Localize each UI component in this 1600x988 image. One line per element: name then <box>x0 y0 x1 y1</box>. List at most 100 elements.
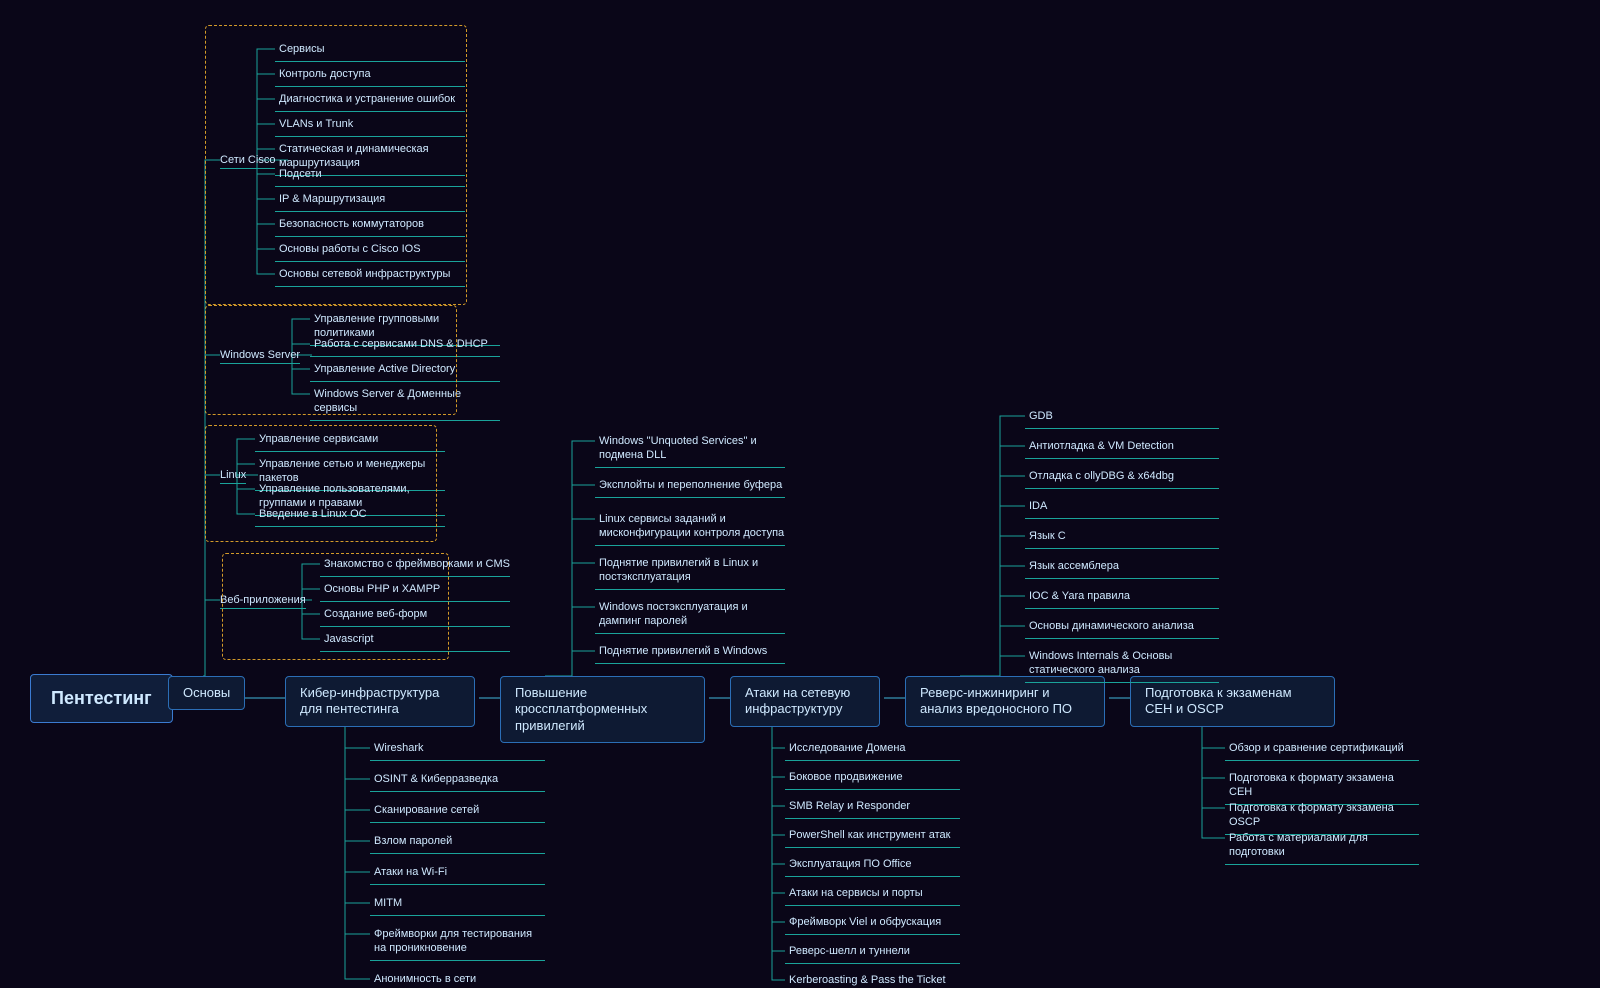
leaf-privesc-2[interactable]: Linux сервисы заданий и мисконфигурации … <box>595 511 785 546</box>
leaf-exam-3-label: Работа с материалами для подготовки <box>1225 830 1419 865</box>
leaf-netattack-6[interactable]: Фреймворк Viel и обфускация <box>785 914 960 935</box>
leaf-cyber-6-label: Фреймворки для тестирования на проникнов… <box>370 926 545 961</box>
group-cisco-item-7[interactable]: Безопасность коммутаторов <box>275 216 465 237</box>
leaf-reverse-8-label: Windows Internals & Основы статического … <box>1025 648 1219 683</box>
group-web-item-0[interactable]: Знакомство с фреймворками и CMS <box>320 556 510 577</box>
node-osnovy-label: Основы <box>168 676 245 710</box>
group-cisco-item-6[interactable]: IP & Маршрутизация <box>275 191 465 212</box>
group-cisco-item-5[interactable]: Подсети <box>275 166 465 187</box>
leaf-netattack-3-label: PowerShell как инструмент атак <box>785 827 960 848</box>
group-linux-item-0[interactable]: Управление сервисами <box>255 431 445 452</box>
leaf-reverse-1[interactable]: Антиотладка & VM Detection <box>1025 438 1220 459</box>
group-cisco[interactable]: Сети Cisco <box>220 152 275 169</box>
leaf-netattack-5[interactable]: Атаки на сервисы и порты <box>785 885 960 906</box>
group-winserver-item-1-label: Работа с сервисами DNS & DHCP <box>310 336 500 357</box>
leaf-privesc-1[interactable]: Эксплойты и переполнение буфера <box>595 477 785 498</box>
leaf-privesc-4[interactable]: Windows постэксплуатация и дампинг парол… <box>595 599 785 634</box>
leaf-privesc-0-label: Windows "Unquoted Services" и подмена DL… <box>595 433 785 468</box>
leaf-reverse-4[interactable]: Язык С <box>1025 528 1220 549</box>
leaf-netattack-0-label: Исследование Домена <box>785 740 960 761</box>
group-web-item-2-label: Создание веб-форм <box>320 606 510 627</box>
leaf-privesc-5-label: Поднятие привилегий в Windows <box>595 643 785 664</box>
mindmap-canvas: ПентестингОсновы Кибер-инфраструктура для… <box>0 0 1600 988</box>
leaf-cyber-5[interactable]: MITM <box>370 895 545 916</box>
leaf-reverse-3-label: IDA <box>1025 498 1219 519</box>
node-reverse-label: Реверс-инжиниринг и анализ вредоносного … <box>905 676 1105 727</box>
leaf-netattack-7[interactable]: Реверс-шелл и туннели <box>785 943 960 964</box>
node-cyberinfra[interactable]: Кибер-инфраструктура для пентестинга <box>285 676 475 727</box>
leaf-reverse-2[interactable]: Отладка с ollyDBG & x64dbg <box>1025 468 1220 489</box>
leaf-privesc-3[interactable]: Поднятие привилегий в Linux и постэксплу… <box>595 555 785 590</box>
leaf-privesc-0[interactable]: Windows "Unquoted Services" и подмена DL… <box>595 433 785 468</box>
group-winserver-item-1[interactable]: Работа с сервисами DNS & DHCP <box>310 336 500 357</box>
node-exams[interactable]: Подготовка к экзаменам CEH и OSCP <box>1130 676 1335 727</box>
node-netattack[interactable]: Атаки на сетевую инфраструктуру <box>730 676 880 727</box>
leaf-netattack-1-label: Боковое продвижение <box>785 769 960 790</box>
leaf-privesc-5[interactable]: Поднятие привилегий в Windows <box>595 643 785 664</box>
group-linux-label: Linux <box>220 467 246 484</box>
leaf-reverse-0-label: GDB <box>1025 408 1219 429</box>
leaf-netattack-3[interactable]: PowerShell как инструмент атак <box>785 827 960 848</box>
root-label: Пентестинг <box>30 674 173 723</box>
group-web-item-2[interactable]: Создание веб-форм <box>320 606 510 627</box>
group-linux[interactable]: Linux <box>220 467 246 484</box>
leaf-netattack-0[interactable]: Исследование Домена <box>785 740 960 761</box>
group-cisco-item-3[interactable]: VLANs и Trunk <box>275 116 465 137</box>
group-web-item-1[interactable]: Основы PHP и XAMPP <box>320 581 510 602</box>
group-cisco-item-6-label: IP & Маршрутизация <box>275 191 465 212</box>
leaf-netattack-8-label: Kerberoasting & Pass the Ticket <box>785 972 960 988</box>
leaf-cyber-0-label: Wireshark <box>370 740 545 761</box>
leaf-cyber-1[interactable]: OSINT & Киберразведка <box>370 771 545 792</box>
leaf-exam-0[interactable]: Обзор и сравнение сертификаций <box>1225 740 1425 761</box>
leaf-cyber-1-label: OSINT & Киберразведка <box>370 771 545 792</box>
group-cisco-item-0-label: Сервисы <box>275 41 465 62</box>
leaf-netattack-1[interactable]: Боковое продвижение <box>785 769 960 790</box>
group-web-item-0-label: Знакомство с фреймворками и CMS <box>320 556 510 577</box>
leaf-netattack-8[interactable]: Kerberoasting & Pass the Ticket <box>785 972 960 988</box>
group-winserver-item-3[interactable]: Windows Server & Доменные сервисы <box>310 386 500 421</box>
group-cisco-item-0[interactable]: Сервисы <box>275 41 465 62</box>
leaf-cyber-0[interactable]: Wireshark <box>370 740 545 761</box>
group-cisco-item-9[interactable]: Основы сетевой инфраструктуры <box>275 266 465 287</box>
leaf-exam-3[interactable]: Работа с материалами для подготовки <box>1225 830 1425 865</box>
group-winserver[interactable]: Windows Server <box>220 347 300 364</box>
group-cisco-item-9-label: Основы сетевой инфраструктуры <box>275 266 465 287</box>
group-winserver-item-2[interactable]: Управление Active Directory <box>310 361 500 382</box>
leaf-netattack-2-label: SMB Relay и Responder <box>785 798 960 819</box>
node-reverse[interactable]: Реверс-инжиниринг и анализ вредоносного … <box>905 676 1105 727</box>
group-cisco-item-2[interactable]: Диагностика и устранение ошибок <box>275 91 465 112</box>
leaf-reverse-8[interactable]: Windows Internals & Основы статического … <box>1025 648 1220 683</box>
group-web-item-3[interactable]: Javascript <box>320 631 510 652</box>
leaf-privesc-4-label: Windows постэксплуатация и дампинг парол… <box>595 599 785 634</box>
leaf-cyber-6[interactable]: Фреймворки для тестирования на проникнов… <box>370 926 545 961</box>
root-node[interactable]: Пентестинг <box>30 674 160 723</box>
group-winserver-label: Windows Server <box>220 347 300 364</box>
leaf-netattack-7-label: Реверс-шелл и туннели <box>785 943 960 964</box>
leaf-netattack-2[interactable]: SMB Relay и Responder <box>785 798 960 819</box>
leaf-netattack-6-label: Фреймворк Viel и обфускация <box>785 914 960 935</box>
node-privesc[interactable]: Повышение кроссплатформенных привилегий <box>500 676 705 743</box>
leaf-cyber-2[interactable]: Сканирование сетей <box>370 802 545 823</box>
group-web[interactable]: Веб-приложения <box>220 592 306 609</box>
leaf-reverse-4-label: Язык С <box>1025 528 1219 549</box>
leaf-cyber-3[interactable]: Взлом паролей <box>370 833 545 854</box>
leaf-netattack-4[interactable]: Эксплуатация ПО Office <box>785 856 960 877</box>
leaf-cyber-4[interactable]: Атаки на Wi-Fi <box>370 864 545 885</box>
group-cisco-item-1-label: Контроль доступа <box>275 66 465 87</box>
group-linux-item-3[interactable]: Введение в Linux ОС <box>255 506 445 527</box>
leaf-reverse-7[interactable]: Основы динамического анализа <box>1025 618 1220 639</box>
node-osnovy[interactable]: Основы <box>168 676 238 710</box>
leaf-reverse-6-label: IOC & Yara правила <box>1025 588 1219 609</box>
group-cisco-label: Сети Cisco <box>220 152 275 169</box>
leaf-reverse-6[interactable]: IOC & Yara правила <box>1025 588 1220 609</box>
leaf-reverse-5[interactable]: Язык ассемблера <box>1025 558 1220 579</box>
group-cisco-item-1[interactable]: Контроль доступа <box>275 66 465 87</box>
leaf-reverse-1-label: Антиотладка & VM Detection <box>1025 438 1219 459</box>
leaf-reverse-0[interactable]: GDB <box>1025 408 1220 429</box>
group-cisco-item-8[interactable]: Основы работы с Cisco IOS <box>275 241 465 262</box>
group-winserver-item-3-label: Windows Server & Доменные сервисы <box>310 386 500 421</box>
group-linux-item-0-label: Управление сервисами <box>255 431 445 452</box>
group-cisco-item-3-label: VLANs и Trunk <box>275 116 465 137</box>
leaf-reverse-3[interactable]: IDA <box>1025 498 1220 519</box>
leaf-cyber-7[interactable]: Анонимность в сети <box>370 971 545 988</box>
